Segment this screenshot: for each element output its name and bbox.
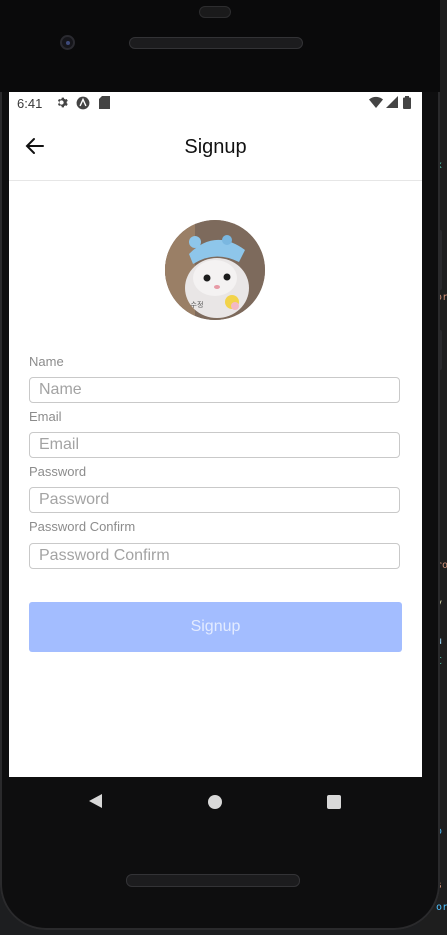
sensor-slot	[199, 6, 231, 18]
password-confirm-input[interactable]	[29, 543, 400, 569]
password-input[interactable]	[29, 487, 400, 513]
profile-avatar[interactable]	[165, 220, 265, 320]
email-label: Email	[29, 409, 62, 424]
phone-frame: 6:41 Signup 수정 Name Name Email Email Pas…	[0, 0, 442, 930]
power-button[interactable]	[438, 330, 442, 370]
front-camera	[60, 35, 75, 50]
nav-back-icon[interactable]	[89, 794, 102, 808]
bottom-speaker-grille	[126, 874, 300, 887]
nav-home-icon[interactable]	[208, 795, 222, 809]
top-speaker-grille	[129, 37, 303, 49]
name-input[interactable]	[29, 377, 400, 403]
password-confirm-label: Password Confirm	[29, 519, 136, 534]
app-screen: 6:41 Signup 수정 Name Name Email Email Pas…	[9, 92, 422, 777]
status-time: 6:41	[17, 96, 43, 111]
android-nav-bar	[9, 777, 422, 827]
app-bar: Signup	[9, 116, 422, 181]
nav-recents-icon[interactable]	[327, 795, 341, 809]
signup-button[interactable]: Signup	[29, 602, 402, 652]
hamster-photo	[165, 220, 265, 320]
password-label: Password	[29, 464, 87, 479]
code-fragment: or	[436, 902, 447, 913]
page-title: Signup	[184, 136, 247, 158]
volume-button[interactable]	[438, 230, 442, 290]
cell-signal-icon	[386, 96, 398, 111]
wifi-icon	[369, 96, 383, 111]
email-input[interactable]	[29, 432, 400, 458]
battery-icon	[403, 96, 411, 112]
settings-gear-icon	[55, 96, 68, 112]
avatar-edit-label[interactable]: 수정	[185, 300, 209, 316]
android-a-icon	[76, 96, 90, 113]
status-bar: 6:41	[9, 92, 422, 116]
sd-card-icon	[99, 96, 110, 112]
name-label: Name	[29, 354, 64, 369]
